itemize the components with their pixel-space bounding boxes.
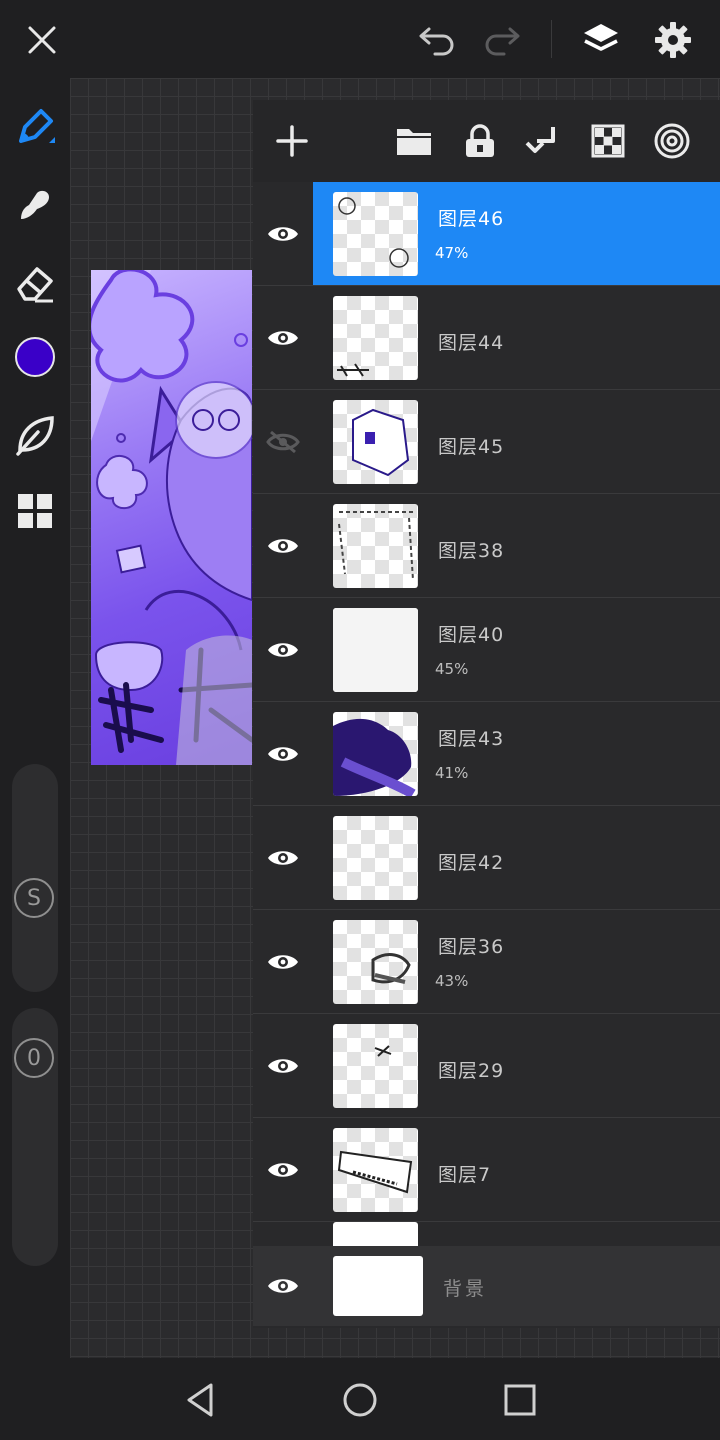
layer-thumbnail-peek (333, 1222, 418, 1246)
layer-name: 图层7 (438, 1164, 492, 1186)
eye-icon[interactable] (253, 806, 313, 910)
layer-row[interactable]: 图层45 (253, 390, 720, 494)
layer-name: 图层40 (438, 624, 505, 646)
layer-thumbnail (333, 504, 418, 588)
layers-icon[interactable] (579, 18, 623, 62)
layer-name: 图层29 (438, 1060, 505, 1082)
layer-thumbnail (333, 608, 418, 692)
brush-icon[interactable] (10, 102, 60, 152)
layer-thumbnail (333, 1128, 418, 1212)
divider (551, 20, 552, 58)
layer-thumbnail (333, 816, 418, 900)
layer-name: 图层43 (438, 728, 505, 750)
background-layer-name: 背景 (443, 1278, 488, 1300)
layer-name: 图层46 (438, 208, 505, 230)
back-icon[interactable] (176, 1376, 224, 1424)
eye-icon[interactable] (253, 1246, 313, 1326)
layer-name: 图层38 (438, 540, 505, 562)
layer-thumbnail (333, 920, 418, 1004)
top-bar (0, 0, 720, 78)
layer-row[interactable]: 图层40 45% (253, 598, 720, 702)
add-layer-icon[interactable] (269, 118, 315, 164)
background-layer-row[interactable]: 背景 (253, 1246, 720, 1326)
layer-thumbnail (333, 712, 418, 796)
checker-icon[interactable] (585, 118, 631, 164)
layer-opacity: 47% (435, 244, 469, 262)
layer-thumbnail (333, 296, 418, 380)
eye-icon[interactable] (253, 1014, 313, 1118)
layer-row[interactable]: 图层36 43% (253, 910, 720, 1014)
eye-icon[interactable] (253, 182, 313, 286)
eye-icon[interactable] (253, 286, 313, 390)
undo-icon[interactable] (415, 18, 459, 62)
grid-icon[interactable] (10, 486, 60, 536)
redo-icon[interactable] (480, 18, 524, 62)
layer-row[interactable]: 图层44 (253, 286, 720, 390)
eye-icon[interactable] (253, 598, 313, 702)
layer-row[interactable]: 图层7 (253, 1118, 720, 1222)
eraser-icon[interactable] (10, 258, 60, 308)
layer-row[interactable]: 图层43 41% (253, 702, 720, 806)
layer-opacity: 45% (435, 660, 469, 678)
background-thumbnail (333, 1256, 423, 1316)
eye-icon[interactable] (253, 702, 313, 806)
target-icon[interactable] (649, 118, 695, 164)
size-slider-badge: S (14, 878, 54, 918)
system-nav-bar (0, 1358, 720, 1440)
layer-name: 图层36 (438, 936, 505, 958)
merge-down-icon[interactable] (520, 118, 566, 164)
recents-icon[interactable] (496, 1376, 544, 1424)
layer-opacity: 41% (435, 764, 469, 782)
settings-icon[interactable] (651, 18, 695, 62)
leaf-icon[interactable] (10, 410, 60, 460)
brush-size-slider[interactable]: S (12, 764, 58, 992)
opacity-slider-badge: 0 (14, 1038, 54, 1078)
folder-icon[interactable] (391, 118, 437, 164)
eye-icon[interactable] (253, 1118, 313, 1222)
layer-name: 图层44 (438, 332, 505, 354)
close-icon[interactable] (20, 18, 64, 62)
layer-row[interactable]: 图层29 (253, 1014, 720, 1118)
layer-row[interactable]: 图层38 (253, 494, 720, 598)
artwork-canvas[interactable] (91, 270, 252, 765)
layer-opacity: 43% (435, 972, 469, 990)
layer-name: 图层42 (438, 852, 505, 874)
layer-thumbnail (333, 192, 418, 276)
smudge-icon[interactable] (10, 180, 60, 230)
layer-row[interactable]: 图层46 47% (253, 182, 720, 286)
layer-name: 图层45 (438, 436, 505, 458)
layers-panel: 图层46 47% 图层44 图层45 图层38 图层40 45% 图层43 41% 图层42 图层3… (253, 100, 720, 1328)
home-icon[interactable] (336, 1376, 384, 1424)
layer-thumbnail (333, 1024, 418, 1108)
layer-thumbnail (333, 400, 418, 484)
lock-icon[interactable] (457, 118, 503, 164)
left-toolbar: S 0 (0, 78, 70, 1358)
layer-row[interactable]: 图层42 (253, 806, 720, 910)
eye-hidden-icon[interactable] (253, 390, 313, 494)
opacity-slider[interactable]: 0 (12, 1008, 58, 1266)
eye-icon[interactable] (253, 910, 313, 1014)
color-swatch[interactable] (10, 332, 60, 382)
eye-icon[interactable] (253, 494, 313, 598)
layers-panel-toolbar (253, 100, 720, 182)
